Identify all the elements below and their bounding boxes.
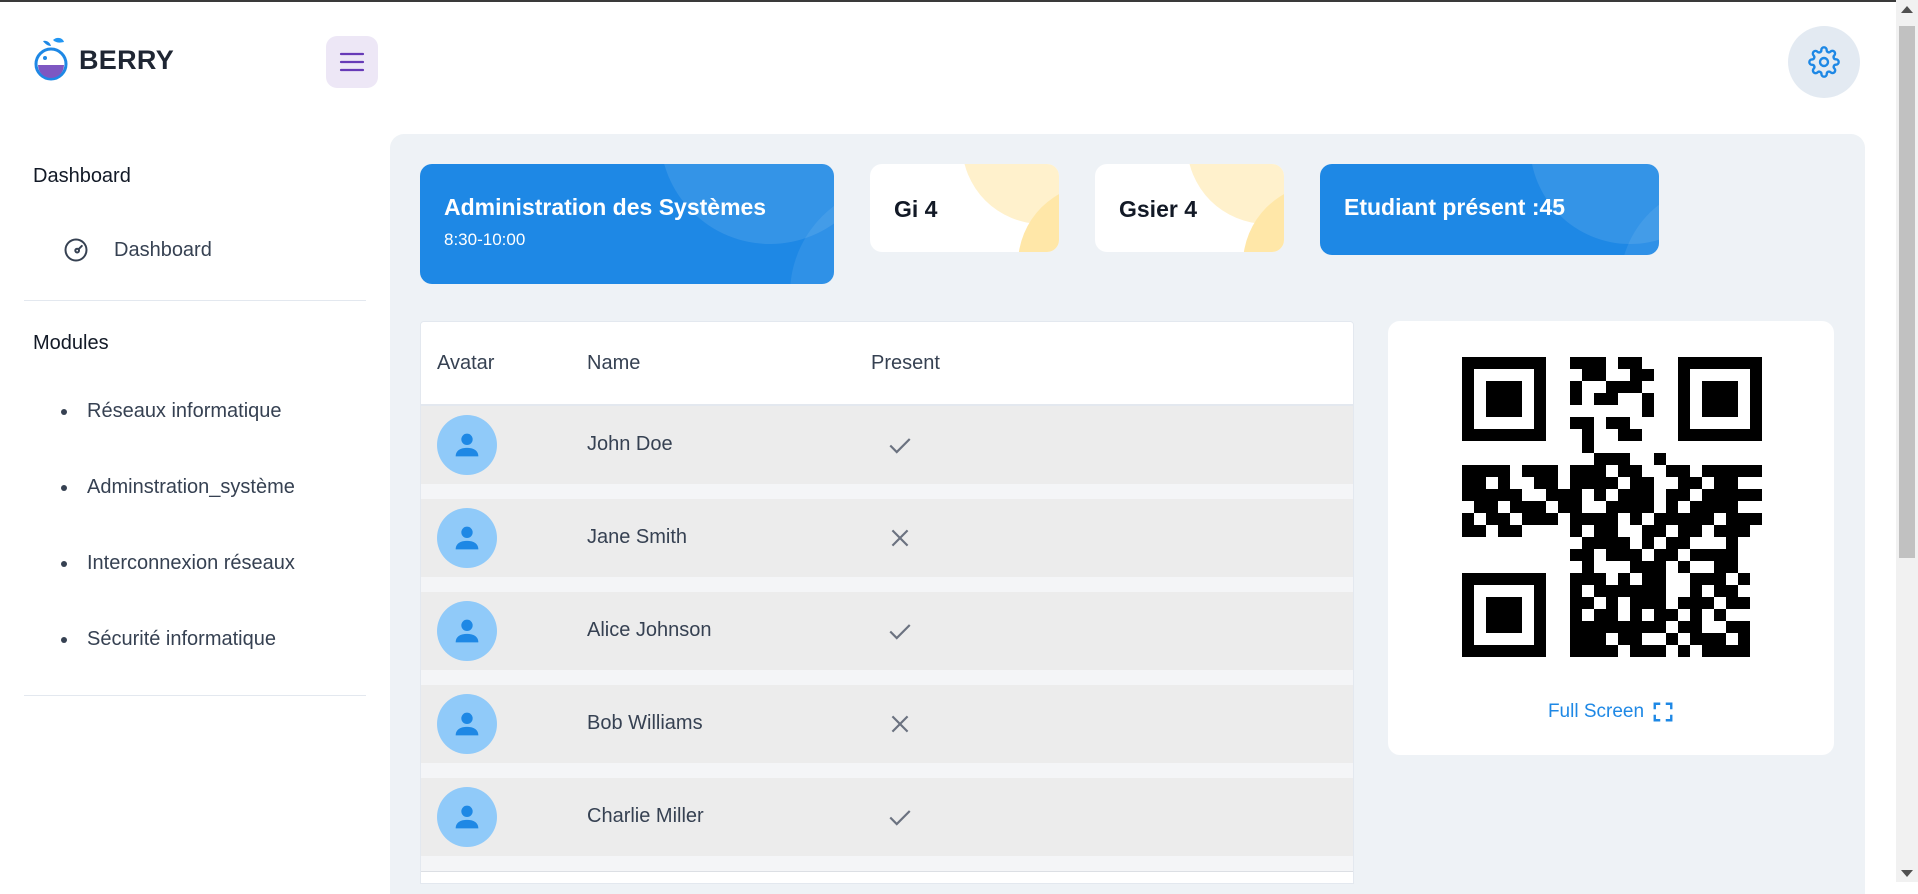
scroll-up-arrow-icon[interactable] — [1901, 6, 1913, 13]
course-title: Administration des Systèmes — [444, 194, 767, 220]
sidebar-module-item[interactable]: Réseaux informatique — [24, 385, 366, 437]
menu-icon — [339, 52, 365, 72]
table-header: Avatar Name Present — [421, 322, 1353, 406]
check-icon — [889, 810, 911, 826]
sidebar-module-label: Adminstration_système — [87, 475, 295, 498]
avatar — [437, 694, 497, 754]
qr-code-card: Full Screen — [1388, 321, 1834, 755]
avatar — [437, 601, 497, 661]
column-header-present: Present — [871, 352, 940, 374]
cross-icon — [891, 529, 909, 547]
table-row[interactable]: Bob Williams — [421, 685, 1353, 779]
fullscreen-icon — [1653, 702, 1673, 722]
sidebar-divider — [24, 300, 366, 301]
user-icon — [455, 619, 479, 643]
bullet-icon — [61, 485, 67, 491]
brand-logo[interactable]: BERRY — [33, 36, 174, 84]
sidebar-module-item[interactable]: Sécurité informatique — [24, 613, 366, 665]
sidebar-section-dashboard: Dashboard — [33, 165, 131, 187]
table-row[interactable]: Jane Smith — [421, 499, 1353, 593]
bullet-icon — [61, 637, 67, 643]
full-screen-label: Full Screen — [1547, 701, 1645, 722]
user-icon — [455, 526, 479, 550]
check-icon — [889, 624, 911, 640]
student-name: Charlie Miller — [587, 805, 704, 827]
gear-icon — [1808, 46, 1840, 78]
sidebar-module-label: Interconnexion réseaux — [87, 551, 295, 574]
table-row[interactable]: Alice Johnson — [421, 592, 1353, 686]
bullet-icon — [61, 409, 67, 415]
present-count-card: Etudiant présent :45 — [1320, 164, 1659, 255]
present-count: Etudiant présent :45 — [1344, 194, 1566, 220]
user-icon — [455, 805, 479, 829]
berry-logo-icon — [34, 37, 68, 81]
sidebar-section-modules: Modules — [33, 332, 109, 354]
check-icon — [889, 438, 911, 454]
course-time: 8:30-10:00 — [444, 230, 526, 249]
attendance-table: Avatar Name Present John Doe Jane Smith … — [420, 321, 1354, 884]
student-name: John Doe — [587, 433, 673, 455]
avatar — [437, 415, 497, 475]
scrollbar-thumb[interactable] — [1899, 26, 1915, 558]
column-header-name: Name — [587, 352, 641, 374]
table-row[interactable]: John Doe — [421, 406, 1353, 500]
avatar — [437, 508, 497, 568]
student-name: Bob Williams — [587, 712, 703, 734]
sidebar-module-label: Réseaux informatique — [87, 399, 282, 422]
window-top-border — [0, 0, 1918, 2]
course-card: Administration des Systèmes 8:30-10:00 — [420, 164, 834, 284]
group-title: Gi 4 — [894, 196, 938, 222]
cross-icon — [891, 715, 909, 733]
user-icon — [455, 433, 479, 457]
table-row[interactable]: Charlie Miller — [421, 778, 1353, 872]
sidebar-module-item[interactable]: Interconnexion réseaux — [24, 537, 366, 589]
sidebar-module-item[interactable]: Adminstration_système — [24, 461, 366, 513]
group-card-gi4: Gi 4 — [870, 164, 1059, 252]
qr-code-image — [1462, 357, 1762, 657]
group-card-gsier4: Gsier 4 — [1095, 164, 1284, 252]
brand-name: BERRY — [79, 44, 175, 75]
sidebar-divider — [24, 695, 366, 696]
user-icon — [455, 712, 479, 736]
student-name: Alice Johnson — [587, 619, 712, 641]
dashboard-gauge-icon — [64, 238, 88, 262]
settings-button[interactable] — [1788, 26, 1860, 98]
column-header-avatar: Avatar — [437, 352, 495, 374]
bullet-icon — [61, 561, 67, 567]
sidebar-module-label: Sécurité informatique — [87, 627, 276, 650]
student-name: Jane Smith — [587, 526, 688, 548]
avatar — [437, 787, 497, 847]
menu-toggle-button[interactable] — [326, 36, 378, 88]
sidebar-item-dashboard[interactable]: Dashboard — [24, 222, 366, 278]
sidebar-item-dashboard-label: Dashboard — [114, 238, 212, 261]
group-title: Gsier 4 — [1119, 196, 1197, 222]
scroll-down-arrow-icon[interactable] — [1901, 870, 1913, 877]
full-screen-button[interactable]: Full Screen — [1388, 701, 1834, 723]
